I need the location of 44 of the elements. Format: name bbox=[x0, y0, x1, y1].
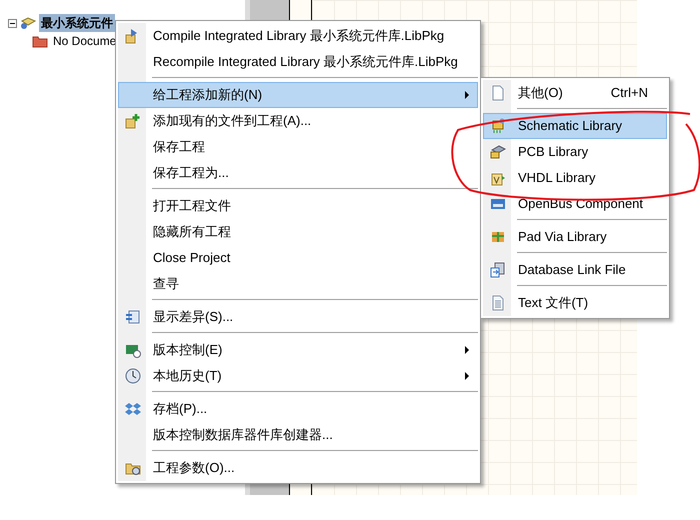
pad-icon bbox=[490, 229, 506, 245]
project-icon bbox=[20, 15, 36, 31]
menu-item[interactable]: Close Project bbox=[118, 245, 478, 271]
menu-item[interactable]: VHDL Library bbox=[483, 165, 667, 191]
submenu-arrow-icon bbox=[465, 346, 469, 354]
menu-item[interactable]: 隐藏所有工程 bbox=[118, 219, 478, 245]
compare-icon bbox=[125, 309, 141, 325]
archive-icon bbox=[125, 401, 141, 417]
menu-item[interactable]: 存档(P)... bbox=[118, 396, 478, 422]
text-file-icon bbox=[490, 295, 506, 311]
menu-item[interactable]: Pad Via Library bbox=[483, 224, 667, 250]
menu-item[interactable]: 版本控制数据库器件库创建器... bbox=[118, 422, 478, 448]
collapse-icon[interactable] bbox=[8, 18, 17, 28]
menu-item[interactable]: 打开工程文件 bbox=[118, 193, 478, 219]
menu-item[interactable]: Compile Integrated Library 最小系统元件库.LibPkg bbox=[118, 23, 478, 49]
add-file-icon bbox=[125, 113, 141, 129]
menu-item[interactable]: 显示差异(S)... bbox=[118, 304, 478, 330]
component-icon bbox=[490, 118, 506, 134]
menu-item[interactable]: Recompile Integrated Library 最小系统元件库.LibPkg bbox=[118, 49, 478, 75]
menu-item[interactable]: PCB Library bbox=[483, 139, 667, 165]
tree-item[interactable]: 最小系统元件 bbox=[39, 14, 115, 32]
clock-icon bbox=[125, 368, 141, 384]
menu-item[interactable]: 工程参数(O)... bbox=[118, 455, 478, 481]
database-link-icon bbox=[490, 262, 506, 278]
menu-item[interactable]: Database Link File bbox=[483, 257, 667, 283]
menu-item[interactable]: 添加现有的文件到工程(A)... bbox=[118, 108, 478, 134]
menu-item[interactable]: 本地历史(T) bbox=[118, 363, 478, 389]
menu-item[interactable]: 保存工程 bbox=[118, 134, 478, 160]
menu-item[interactable]: 给工程添加新的(N) bbox=[118, 82, 478, 108]
version-control-icon bbox=[125, 342, 141, 358]
submenu-arrow-icon bbox=[465, 91, 469, 99]
menu-item[interactable]: Schematic Library bbox=[483, 113, 667, 139]
menu-item[interactable]: 查寻 bbox=[118, 271, 478, 297]
menu-item[interactable]: 版本控制(E) bbox=[118, 337, 478, 363]
tree-item[interactable]: No Docume bbox=[51, 32, 118, 50]
menu-item[interactable]: 保存工程为... bbox=[118, 160, 478, 186]
document-icon bbox=[490, 85, 506, 101]
menu-item[interactable]: OpenBus Component bbox=[483, 191, 667, 217]
shortcut-label: Ctrl+N bbox=[610, 84, 648, 102]
menu-item[interactable]: 其他(O) Ctrl+N bbox=[483, 80, 667, 106]
window-icon bbox=[490, 196, 506, 212]
menu-item[interactable]: Text 文件(T) bbox=[483, 290, 667, 316]
submenu-arrow-icon bbox=[465, 372, 469, 380]
pcb-icon bbox=[490, 144, 506, 160]
